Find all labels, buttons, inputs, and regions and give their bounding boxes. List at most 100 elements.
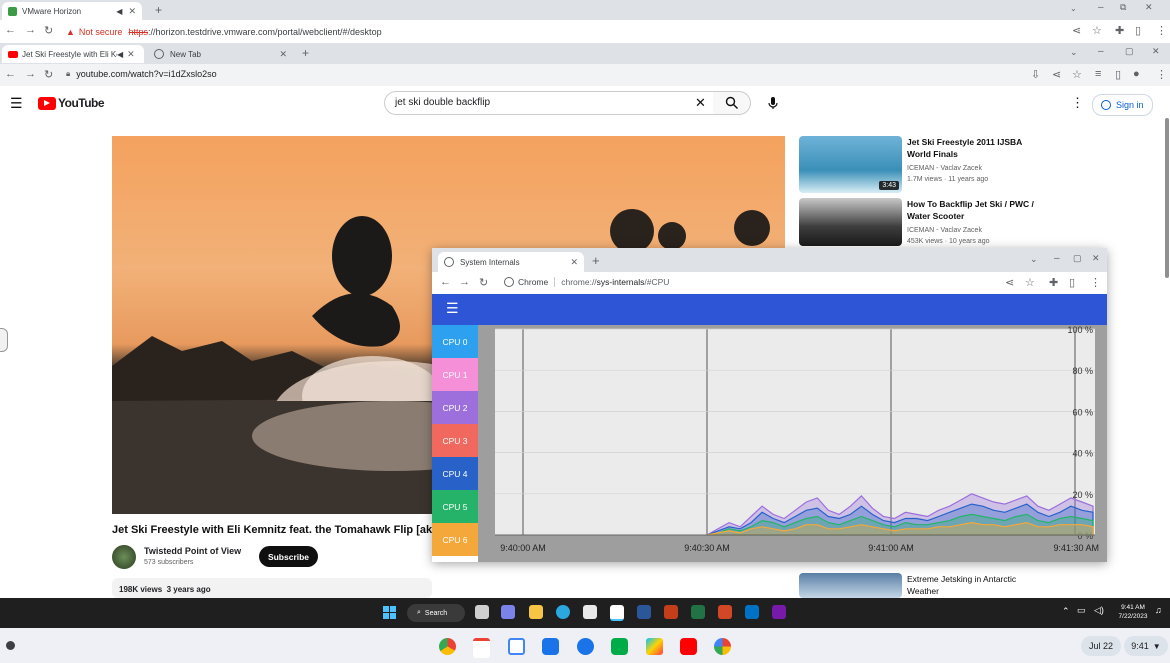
install-icon[interactable]: ⇩ xyxy=(1031,68,1040,81)
teams-chat-icon[interactable] xyxy=(501,605,515,619)
reload-icon[interactable]: ↻ xyxy=(479,276,488,289)
tab-audio-icon[interactable]: ◀ xyxy=(116,7,122,16)
chrome-app-icon[interactable] xyxy=(439,638,456,655)
calendar-app-icon[interactable] xyxy=(508,638,525,655)
search-input[interactable]: jet ski double backflip xyxy=(395,97,490,108)
bookmark-star-icon[interactable]: ☆ xyxy=(1072,68,1082,81)
tab-youtube-video[interactable]: Jet Ski Freestyle with Eli Kemn ◀ ✕ xyxy=(2,45,144,63)
tab-vmware-horizon[interactable]: VMware Horizon ◀ ✕ xyxy=(2,2,142,20)
notepad-icon[interactable] xyxy=(610,605,624,621)
reading-list-icon[interactable]: ≡ xyxy=(1095,68,1101,80)
shelf-status-area[interactable]: 9:41 ▼ xyxy=(1124,636,1168,656)
store-icon[interactable] xyxy=(583,605,597,619)
cpu-item[interactable]: CPU 6 xyxy=(432,523,478,556)
new-tab-button[interactable]: + xyxy=(302,46,309,60)
cpu-item[interactable]: CPU 3 xyxy=(432,424,478,457)
restore-button[interactable]: ⧉ xyxy=(1120,2,1126,13)
close-window-button[interactable]: ✕ xyxy=(1145,2,1153,13)
cpu-item[interactable]: CPU 1 xyxy=(432,358,478,391)
cpu-item[interactable]: CPU 0 xyxy=(432,325,478,358)
cpu-item[interactable]: CPU 2 xyxy=(432,391,478,424)
edge-icon[interactable] xyxy=(556,605,570,619)
close-window-button[interactable]: ✕ xyxy=(1092,253,1100,264)
sidepanel-icon[interactable]: ▯ xyxy=(1115,68,1121,81)
tab-system-internals[interactable]: System Internals ✕ xyxy=(438,252,584,272)
onenote-icon[interactable] xyxy=(772,605,786,619)
recommendation-thumbnail[interactable]: 3:43 xyxy=(799,136,902,193)
launcher-icon[interactable] xyxy=(6,641,15,650)
channel-avatar[interactable] xyxy=(112,545,136,569)
new-tab-button[interactable]: + xyxy=(592,253,600,268)
recommendation-title[interactable]: How To Backflip Jet Ski / PWC / Water Sc… xyxy=(907,198,1037,222)
description-box[interactable]: 198K views 3 years ago xyxy=(112,578,432,598)
sidepanel-icon[interactable]: ▯ xyxy=(1069,276,1075,289)
tab-close-icon[interactable]: ✕ xyxy=(128,6,136,17)
access-icon[interactable] xyxy=(664,605,678,619)
extensions-icon[interactable]: ✚ xyxy=(1049,276,1058,289)
tab-close-icon[interactable]: ✕ xyxy=(279,49,287,60)
play-store-app-icon[interactable] xyxy=(646,638,663,655)
youtube-search-box[interactable]: jet ski double backflip ✕ xyxy=(384,91,714,115)
hamburger-menu-icon[interactable]: ☰ xyxy=(10,95,23,112)
recommendation-channel[interactable]: ICEMAN - Vaclav Zacek xyxy=(907,225,982,236)
minimize-button[interactable]: – xyxy=(1054,253,1060,264)
taskbar-clock[interactable]: 9:41 AM 7/22/2023 xyxy=(1113,603,1153,621)
bookmark-star-icon[interactable]: ☆ xyxy=(1025,276,1035,289)
windows-start-icon[interactable] xyxy=(383,606,396,619)
shelf-date-chip[interactable]: Jul 22 xyxy=(1081,636,1121,656)
recommendation-title[interactable]: Jet Ski Freestyle 2011 IJSBA World Final… xyxy=(907,136,1037,160)
taskbar-search-box[interactable]: ⌕ Search xyxy=(407,604,465,622)
back-arrow-icon[interactable]: ← xyxy=(440,276,451,288)
share-icon[interactable]: ⋖ xyxy=(1072,24,1081,37)
recommendation-title[interactable]: Extreme Jetsking in Antarctic Weather xyxy=(907,573,1037,597)
sign-in-button[interactable]: Sign in xyxy=(1092,94,1153,116)
excel-icon[interactable] xyxy=(691,605,705,619)
channel-name[interactable]: Twistedd Point of View xyxy=(144,546,241,556)
subscribe-button[interactable]: Subscribe xyxy=(259,546,318,567)
gmail-app-icon[interactable] xyxy=(473,638,490,658)
search-button[interactable] xyxy=(713,91,751,115)
files-app-icon[interactable] xyxy=(542,638,559,655)
file-explorer-icon[interactable] xyxy=(529,605,543,619)
menu-dots-icon[interactable]: ⋮ xyxy=(1090,276,1101,289)
minimize-button[interactable]: – xyxy=(1098,2,1104,13)
inner-omnibox[interactable]: 🔒︎ youtube.com/watch?v=i1dZxslo2so xyxy=(66,69,217,79)
cpu-usage-chart[interactable]: 100 %80 %60 %40 %20 %0 %9:40:00 AM 9:40:3… xyxy=(495,325,1107,562)
powerpoint-icon[interactable] xyxy=(718,605,732,619)
youtube-logo[interactable]: YouTube xyxy=(38,96,105,110)
outlook-icon[interactable] xyxy=(745,605,759,619)
forward-arrow-icon[interactable]: → xyxy=(25,24,36,36)
tab-search-icon[interactable]: ⌄ xyxy=(1070,4,1077,13)
cpu-item[interactable]: CPU 5 xyxy=(432,490,478,523)
reload-icon[interactable]: ↻ xyxy=(44,24,53,37)
notification-bell-icon[interactable]: ♫ xyxy=(1155,605,1162,615)
clear-search-icon[interactable]: ✕ xyxy=(695,95,706,111)
sidepanel-icon[interactable]: ▯ xyxy=(1135,24,1141,37)
back-arrow-icon[interactable]: ← xyxy=(5,68,16,80)
display-icon[interactable]: ▭ xyxy=(1077,605,1086,616)
back-arrow-icon[interactable]: ← xyxy=(5,24,16,36)
settings-dots-icon[interactable]: ⋮ xyxy=(1071,95,1084,111)
volume-icon[interactable]: ◁) xyxy=(1094,605,1104,616)
minimize-button[interactable]: – xyxy=(1098,46,1104,57)
task-view-icon[interactable] xyxy=(475,605,489,619)
messages-app-icon[interactable] xyxy=(577,638,594,655)
share-icon[interactable]: ⋖ xyxy=(1052,68,1061,81)
extensions-icon[interactable]: ✚ xyxy=(1115,24,1124,37)
maximize-button[interactable]: ▢ xyxy=(1073,253,1082,264)
word-icon[interactable] xyxy=(637,605,651,619)
horizon-sidebar-handle[interactable] xyxy=(0,328,8,352)
tray-overflow-icon[interactable]: ⌃ xyxy=(1062,606,1070,617)
photos-app-icon[interactable] xyxy=(714,638,731,655)
forward-arrow-icon[interactable]: → xyxy=(25,68,36,80)
profile-icon[interactable]: ● xyxy=(1133,68,1140,80)
forward-arrow-icon[interactable]: → xyxy=(459,276,470,288)
recommendation-channel[interactable]: ICEMAN - Vaclav Zacek xyxy=(907,163,982,174)
sys-omnibox[interactable]: Chrome chrome:// sys-internals /#CPU xyxy=(504,277,669,287)
tab-close-icon[interactable]: ✕ xyxy=(127,49,135,60)
recommendation-thumbnail[interactable] xyxy=(799,198,902,246)
voice-search-button[interactable] xyxy=(765,95,781,111)
drawer-menu-icon[interactable]: ☰ xyxy=(446,300,459,317)
youtube-app-icon[interactable] xyxy=(680,638,697,655)
tab-search-icon[interactable]: ⌄ xyxy=(1030,254,1038,265)
